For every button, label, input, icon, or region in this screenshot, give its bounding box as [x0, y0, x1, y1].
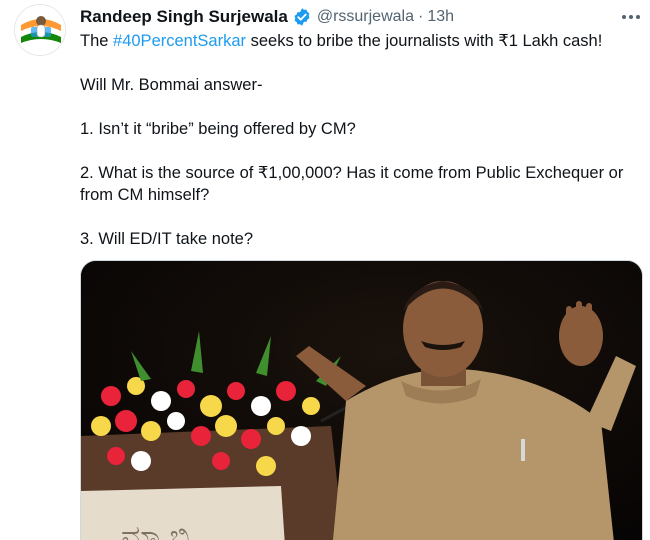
tweet-text-question-3: 3. Will ED/IT take note? [80, 230, 254, 248]
hashtag-link[interactable]: #40PercentSarkar [113, 32, 246, 50]
more-options-icon[interactable] [618, 8, 644, 26]
display-name[interactable]: Randeep Singh Surjewala [80, 7, 288, 27]
svg-text:ಮಾ ಬಿ: ಮಾ ಬಿ [121, 519, 190, 540]
author-avatar[interactable] [14, 4, 66, 56]
tweet-text: The #40PercentSarkar seeks to bribe the … [80, 30, 645, 250]
tweet-text-question-1: 1. Isn’t it “bribe” being offered by CM? [80, 120, 356, 138]
author-handle[interactable]: @rssurjewala [317, 8, 414, 26]
tweet-text-line1: The #40PercentSarkar seeks to bribe the … [80, 30, 645, 52]
separator-dot: · [417, 8, 424, 25]
text-suffix: seeks to bribe the journalists with ₹1 L… [246, 32, 603, 50]
text-prefix: The [80, 32, 114, 50]
tweet-text-question-2: 2. What is the source of ₹1,00,000? Has … [80, 164, 624, 204]
tweet-header: Randeep Singh Surjewala @rssurjewala · 1… [80, 5, 454, 29]
verified-badge-icon [292, 7, 312, 27]
tweet-text-line2: Will Mr. Bommai answer- [80, 76, 263, 94]
photo-man-speaking-at-podium-icon: ಮಾ ಬಿ [81, 261, 642, 540]
congress-party-avatar-icon [15, 5, 65, 55]
timestamp[interactable]: 13h [427, 8, 454, 26]
tweet[interactable]: Randeep Singh Surjewala @rssurjewala · 1… [0, 0, 650, 540]
tweet-media-photo[interactable]: ಮಾ ಬಿ [80, 260, 643, 540]
